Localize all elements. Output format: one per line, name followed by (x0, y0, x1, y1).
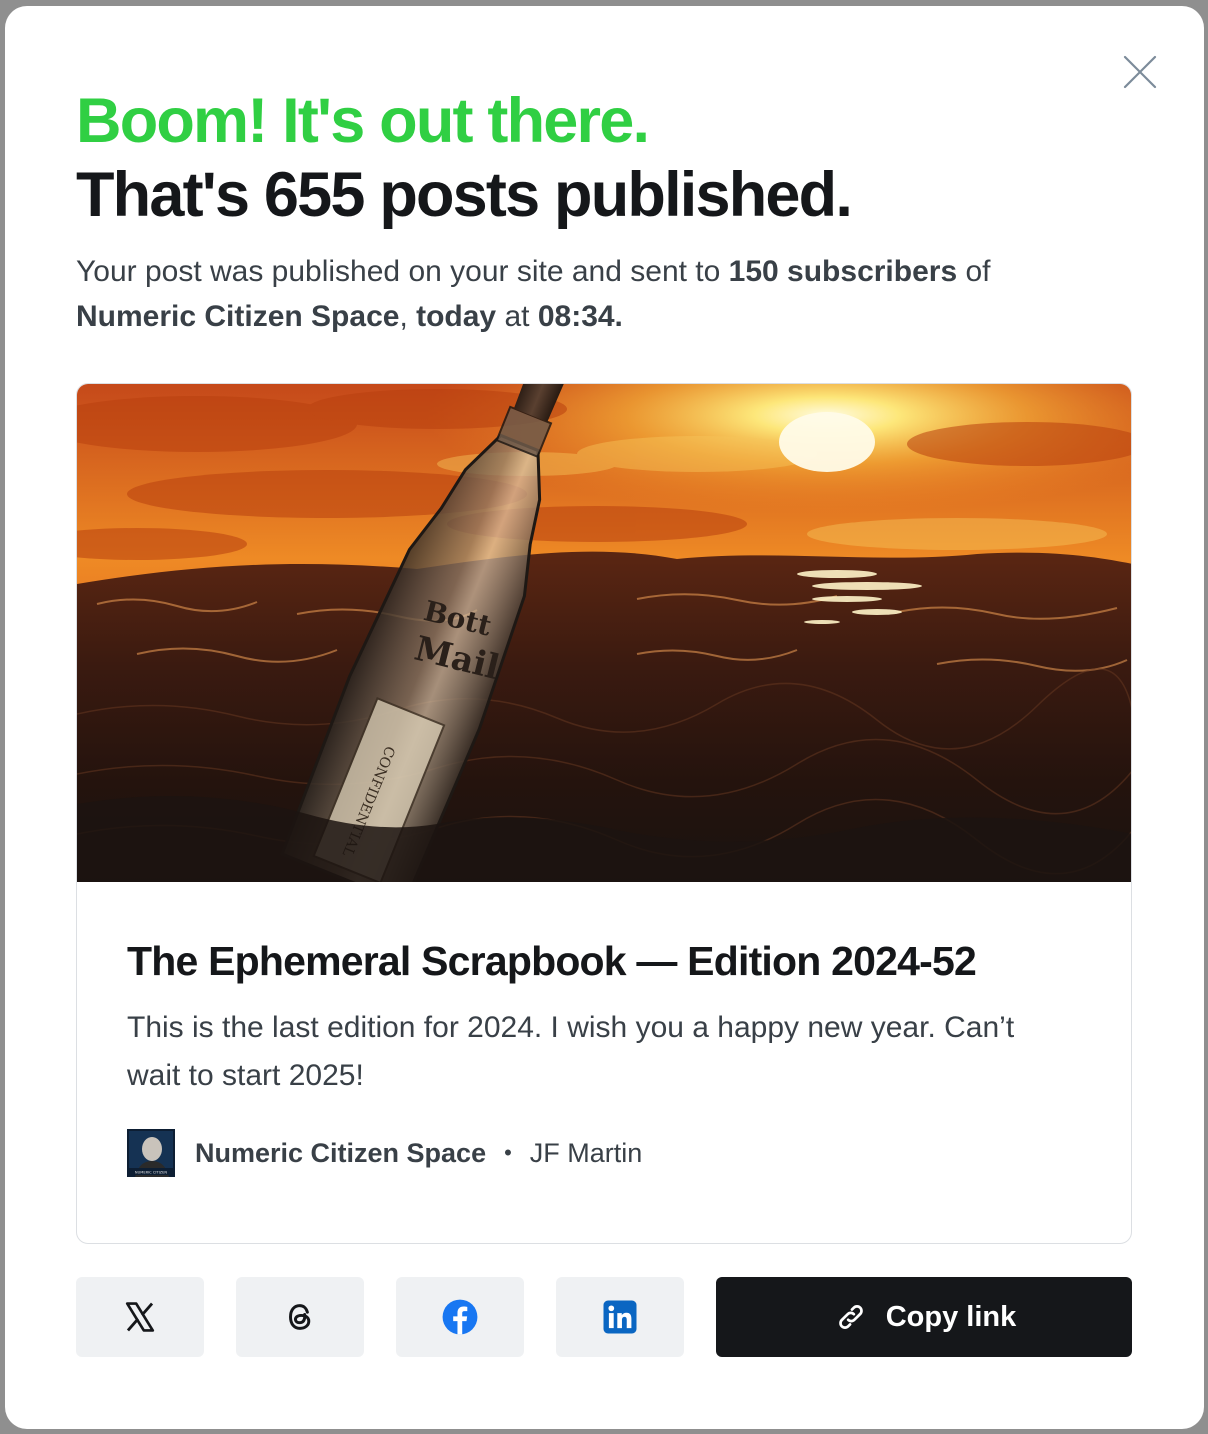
summary-at: at (496, 300, 538, 333)
post-excerpt: This is the last edition for 2024. I wis… (127, 1011, 1015, 1092)
site-avatar: NUMERIC CITIZEN (127, 1129, 175, 1177)
share-threads-button[interactable] (236, 1277, 364, 1357)
post-feature-image: Bott Mail CONFIDENTIAL (77, 384, 1131, 882)
author-name: JF Martin (529, 1137, 643, 1168)
subscriber-count: 150 subscribers (728, 255, 958, 288)
site-name: Numeric Citizen Space (195, 1137, 487, 1168)
threads-icon (289, 1304, 311, 1330)
linkedin-icon (603, 1300, 637, 1334)
summary-site-name: Numeric Citizen Space (76, 300, 400, 333)
avatar-caption: NUMERIC CITIZEN (135, 1171, 167, 1175)
facebook-icon (442, 1299, 478, 1335)
post-meta: NUMERIC CITIZEN Numeric Citizen Space • … (127, 1129, 642, 1177)
copy-link-button[interactable]: Copy link (716, 1277, 1132, 1357)
meta-separator: • (504, 1140, 512, 1165)
share-linkedin-button[interactable] (556, 1277, 684, 1357)
summary-prefix: Your post was published on your site and… (76, 255, 729, 288)
dialog-headline: Boom! It's out there. That's 655 posts p… (76, 84, 1126, 232)
share-buttons: Copy link (76, 1277, 1132, 1357)
message-in-bottle-at-sunset-image: Bott Mail CONFIDENTIAL (77, 384, 1131, 882)
share-x-button[interactable] (76, 1277, 204, 1357)
post-count-headline: That's 655 posts published. (76, 160, 853, 230)
publish-success-dialog: Boom! It's out there. That's 655 posts p… (5, 6, 1204, 1429)
summary-day: today (416, 300, 497, 333)
post-title[interactable]: The Ephemeral Scrapbook — Edition 2024-5… (127, 934, 1087, 988)
post-card-body: The Ephemeral Scrapbook — Edition 2024-5… (127, 934, 1087, 1100)
share-facebook-button[interactable] (396, 1277, 524, 1357)
publish-summary: Your post was published on your site and… (76, 249, 1126, 339)
close-icon (1123, 55, 1157, 89)
summary-time: 08:34. (537, 300, 623, 333)
post-preview-card[interactable]: Bott Mail CONFIDENTIAL The Ephemeral Scr… (76, 383, 1132, 1244)
x-icon (125, 1302, 155, 1332)
summary-of: of (957, 255, 991, 288)
success-headline: Boom! It's out there. (76, 86, 650, 156)
copy-link-label: Copy link (885, 1300, 1017, 1333)
link-icon (838, 1305, 863, 1329)
summary-comma: , (399, 300, 417, 333)
